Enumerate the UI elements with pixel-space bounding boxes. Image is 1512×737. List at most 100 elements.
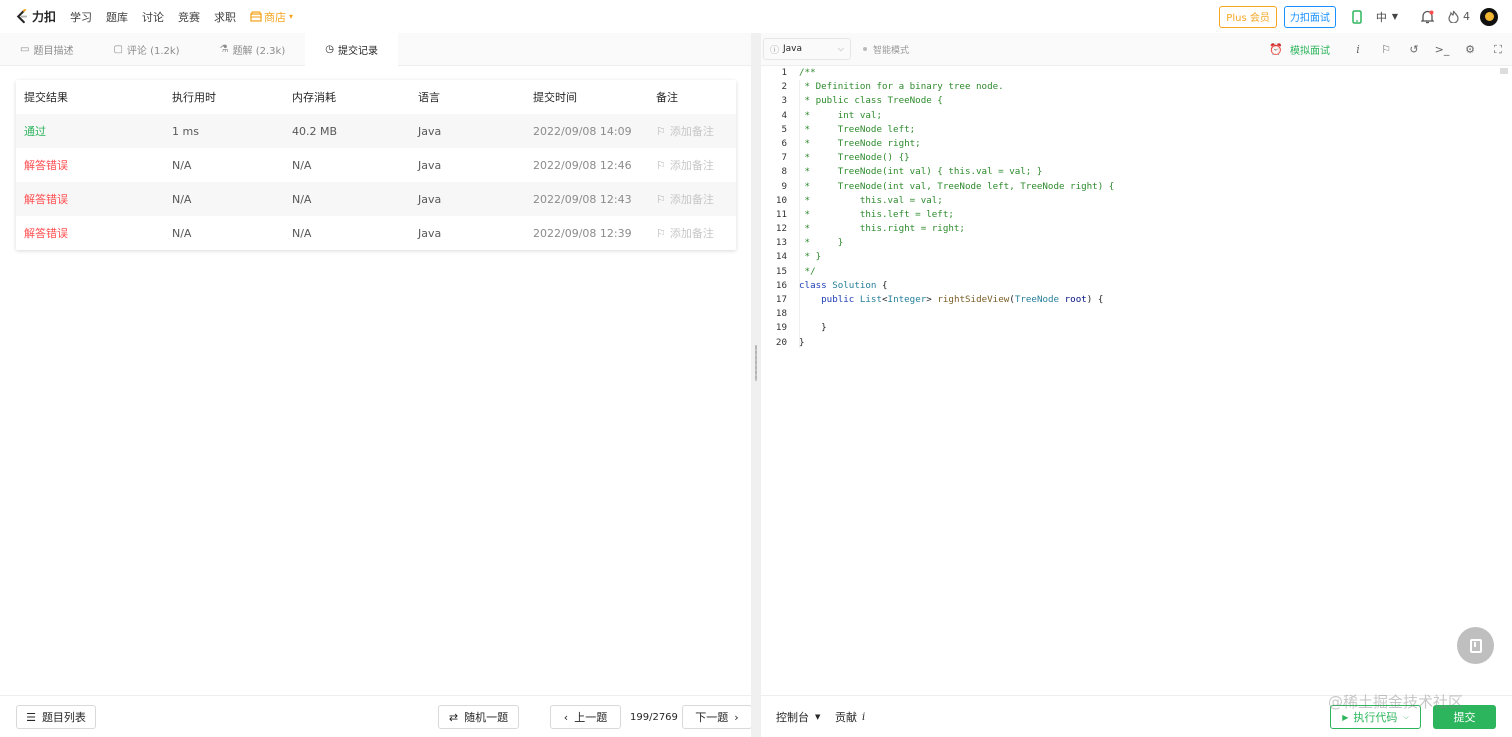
code-line[interactable]	[799, 307, 1114, 321]
line-number: 6	[781, 137, 787, 149]
code-line[interactable]: * Definition for a binary tree node.	[799, 80, 1114, 94]
tab-solutions[interactable]: ⚗ 题解 (2.3k)	[200, 33, 306, 66]
column-header-runtime: 执行用时	[172, 91, 216, 104]
interview-button[interactable]: 力扣面试	[1283, 5, 1336, 28]
mobile-icon[interactable]	[1346, 6, 1368, 28]
tab-label: 题目描述	[33, 46, 74, 57]
smart-mode-label: 智能模式	[873, 45, 910, 56]
nav-item-discuss[interactable]: 讨论	[142, 9, 164, 25]
code-line[interactable]: /**	[799, 66, 1114, 80]
result-link[interactable]: 解答错误	[16, 216, 164, 250]
language-value: Java	[783, 44, 803, 54]
code-line[interactable]: */	[799, 265, 1114, 279]
mock-interview-button[interactable]: ⏰ 模拟面试	[1269, 42, 1330, 57]
tab-description[interactable]: ▭ 题目描述	[0, 33, 93, 66]
code-line[interactable]: * public class TreeNode {	[799, 94, 1114, 108]
code-line[interactable]: * TreeNode right;	[799, 137, 1114, 151]
flag-icon: ⚐	[656, 192, 666, 206]
add-note-button[interactable]: ⚐ 添加备注	[656, 157, 736, 173]
column-header-memory: 内存消耗	[292, 91, 336, 104]
streak-counter[interactable]: 4	[1448, 10, 1470, 23]
line-number: 17	[775, 294, 787, 305]
language-switch[interactable]: 中 ▼	[1376, 9, 1398, 25]
chevron-down-icon: ▼	[815, 713, 821, 721]
line-number: 11	[775, 208, 787, 220]
table-row[interactable]: 解答错误 N/A N/A Java 2022/09/08 12:39 ⚐ 添加备注	[16, 216, 736, 250]
result-link[interactable]: 通过	[16, 114, 164, 148]
code-line[interactable]: * TreeNode() {}	[799, 151, 1114, 165]
language-label: 中	[1375, 10, 1387, 24]
result-link[interactable]: 解答错误	[16, 148, 164, 182]
tab-submissions[interactable]: ◷ 提交记录	[305, 33, 398, 66]
add-note-button[interactable]: ⚐ 添加备注	[656, 225, 736, 241]
next-problem-button[interactable]: 下一题 ›	[682, 705, 752, 729]
language-select[interactable]: ⓘ Java ⌵	[763, 38, 851, 60]
bell-icon[interactable]	[1416, 6, 1438, 28]
smart-mode-toggle[interactable]: 智能模式	[863, 43, 909, 56]
runtime-cell: 1 ms	[164, 114, 284, 148]
time-cell: 2022/09/08 14:09	[525, 114, 648, 148]
notes-button[interactable]	[1457, 627, 1494, 664]
nav-item-learn[interactable]: 学习	[70, 9, 92, 25]
terminal-icon[interactable]: >_	[1428, 33, 1456, 66]
add-note-button[interactable]: ⚐ 添加备注	[656, 123, 736, 139]
code-editor[interactable]: 1 2 3 4 5 6 7 8 9 10 11 12 13 14 15 16 17 18 19 20 /** * De…	[761, 66, 1512, 695]
table-row[interactable]: 解答错误 N/A N/A Java 2022/09/08 12:43 ⚐ 添加备注	[16, 182, 736, 216]
nav-item-contest[interactable]: 竞赛	[178, 9, 200, 25]
code-line[interactable]: * TreeNode left;	[799, 123, 1114, 137]
result-link[interactable]: 解答错误	[16, 182, 164, 216]
random-problem-button[interactable]: ⇄ 随机一题	[438, 705, 519, 729]
code-token: */	[799, 265, 816, 277]
nav-item-shop[interactable]: 商店 ▾	[250, 9, 293, 25]
reset-icon[interactable]: ↺	[1400, 33, 1428, 66]
code-line[interactable]: class Solution {	[799, 279, 1114, 293]
logo[interactable]: 力扣	[14, 8, 56, 25]
chevron-left-icon: ‹	[563, 710, 569, 724]
code-line[interactable]: * this.left = left;	[799, 208, 1114, 222]
leetcode-logo-icon	[16, 9, 28, 24]
add-note-button[interactable]: ⚐ 添加备注	[656, 191, 736, 207]
code-line[interactable]: * this.val = val;	[799, 194, 1114, 208]
tab-comments[interactable]: ▢ 评论 (1.2k)	[93, 33, 199, 66]
column-header-result: 提交结果	[24, 91, 68, 104]
contribute-button[interactable]: 贡献 i	[835, 705, 865, 729]
problem-list-button[interactable]: ☰ 题目列表	[16, 705, 96, 729]
memory-cell: N/A	[292, 158, 312, 172]
code-line[interactable]: }	[799, 321, 1114, 335]
table-row[interactable]: 通过 1 ms 40.2 MB Java 2022/09/08 14:09 ⚐ 添…	[16, 114, 736, 148]
fullscreen-icon[interactable]: ⛶	[1484, 33, 1512, 66]
line-number: 15	[775, 265, 787, 277]
plus-member-button[interactable]: Plus 会员	[1219, 5, 1277, 28]
info-italic-icon[interactable]: i	[1344, 33, 1372, 66]
line-number: 9	[781, 180, 787, 192]
flask-icon: ⚗	[219, 44, 229, 55]
code-token: * TreeNode(int val) { this.val = val; }	[799, 166, 1043, 178]
panel-resizer[interactable]	[751, 33, 761, 737]
code-line[interactable]: * }	[799, 236, 1114, 250]
nav-item-jobs[interactable]: 求职	[214, 9, 236, 25]
add-note-label: 添加备注	[669, 159, 714, 172]
comment-icon: ▢	[113, 44, 123, 55]
settings-icon[interactable]: ⚙	[1456, 33, 1484, 66]
line-number: 14	[775, 251, 787, 263]
code-content[interactable]: /** * Definition for a binary tree node.…	[799, 66, 1114, 350]
left-footer: ☰ 题目列表 ⇄ 随机一题 ‹ 上一题 199/2769 下一题 ›	[0, 695, 752, 737]
console-toggle[interactable]: 控制台 ▼	[776, 705, 820, 729]
language-cell: Java	[418, 226, 442, 240]
avatar[interactable]	[1480, 7, 1498, 26]
code-line[interactable]: }	[799, 336, 1114, 350]
scrollbar[interactable]	[1500, 68, 1508, 74]
code-line[interactable]: * TreeNode(int val, TreeNode left, TreeN…	[799, 180, 1115, 194]
prev-problem-button[interactable]: ‹ 上一题	[550, 705, 621, 729]
memory-cell: N/A	[292, 226, 312, 240]
info-italic-icon: i	[862, 711, 866, 723]
table-row[interactable]: 解答错误 N/A N/A Java 2022/09/08 12:46 ⚐ 添加备注	[16, 148, 736, 182]
code-line[interactable]: public List<Integer> rightSideView(TreeN…	[799, 293, 1114, 307]
flag-icon[interactable]: ⚐	[1372, 33, 1400, 66]
flag-icon: ⚐	[656, 226, 666, 240]
code-line[interactable]: * this.right = right;	[799, 222, 1114, 236]
code-line[interactable]: * TreeNode(int val) { this.val = val; }	[799, 165, 1114, 179]
code-line[interactable]: * int val;	[799, 109, 1114, 123]
nav-item-problems[interactable]: 题库	[106, 9, 128, 25]
code-line[interactable]: * }	[799, 250, 1114, 264]
